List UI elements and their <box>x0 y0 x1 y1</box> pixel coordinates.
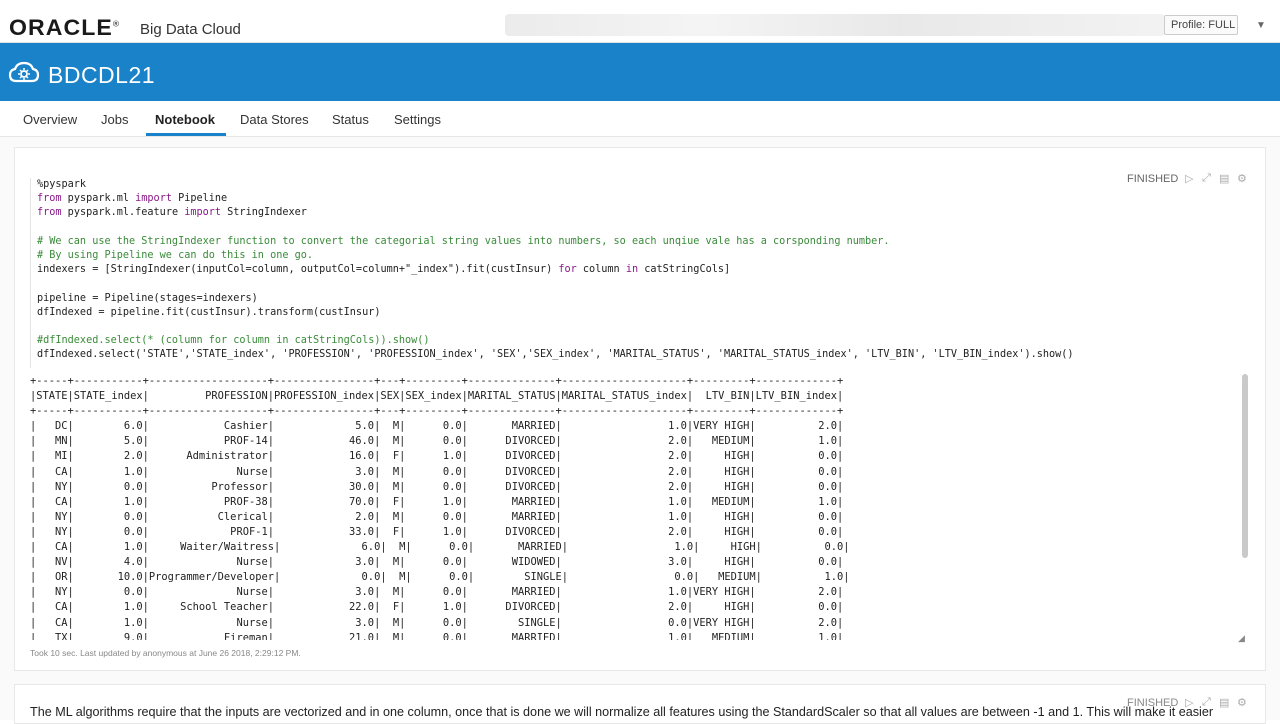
tab-status[interactable]: Status <box>332 112 369 127</box>
code-line: from pyspark.ml.feature import StringInd… <box>37 207 307 219</box>
code-line: dfIndexed.select('STATE','STATE_index', … <box>37 349 1074 361</box>
code-editor[interactable]: %pyspark from pyspark.ml import Pipeline f… <box>30 178 1140 368</box>
code-line: indexers = [StringIndexer(inputCol=colum… <box>37 264 731 276</box>
active-tab-indicator <box>146 133 226 136</box>
cluster-name: BDCDL21 <box>48 62 156 88</box>
chevron-down-icon[interactable]: ▼ <box>1256 20 1266 31</box>
profile-select[interactable]: Profile: FULL <box>1164 15 1238 35</box>
hide-editor-icon[interactable]: ⤢ <box>1202 172 1211 185</box>
tab-jobs[interactable]: Jobs <box>101 112 128 127</box>
tab-bar: Overview Jobs Notebook Data Stores Statu… <box>0 101 1280 137</box>
markdown-text: The ML algorithms require that the input… <box>30 705 1214 719</box>
paragraph-footer: Took 10 sec. Last updated by anonymous a… <box>30 648 301 658</box>
oracle-logo: ORACLE® <box>9 15 121 40</box>
code-line: #dfIndexed.select(* (column for column i… <box>37 335 430 347</box>
top-header: ORACLE® Big Data Cloud Profile: FULL ▼ <box>0 0 1280 43</box>
paragraph-output: +-----+-----------+-------------------+-… <box>30 375 850 640</box>
tab-notebook[interactable]: Notebook <box>155 112 215 127</box>
cluster-banner: BDCDL21 <box>0 43 1280 101</box>
tab-settings[interactable]: Settings <box>394 112 441 127</box>
code-line: # We can use the StringIndexer function … <box>37 235 890 247</box>
product-name: Big Data Cloud <box>140 21 241 38</box>
blurred-region <box>505 14 1165 36</box>
cloud-icon <box>8 61 40 83</box>
code-line: from pyspark.ml import Pipeline <box>37 193 228 205</box>
tab-data-stores[interactable]: Data Stores <box>240 112 309 127</box>
table-icon[interactable]: ▤ <box>1219 172 1229 185</box>
code-line: pipeline = Pipeline(stages=indexers) <box>37 292 258 304</box>
gear-icon[interactable]: ⚙ <box>1237 172 1247 185</box>
run-icon[interactable]: ▷ <box>1185 172 1193 185</box>
code-line: %pyspark <box>37 179 87 190</box>
code-line: # By using Pipeline we can do this in on… <box>37 249 314 261</box>
code-line: dfIndexed = pipeline.fit(custInsur).tran… <box>37 306 381 318</box>
tab-overview[interactable]: Overview <box>23 112 77 127</box>
output-scrollbar[interactable] <box>1242 374 1248 558</box>
resize-handle-icon[interactable]: ◢ <box>1238 633 1245 644</box>
